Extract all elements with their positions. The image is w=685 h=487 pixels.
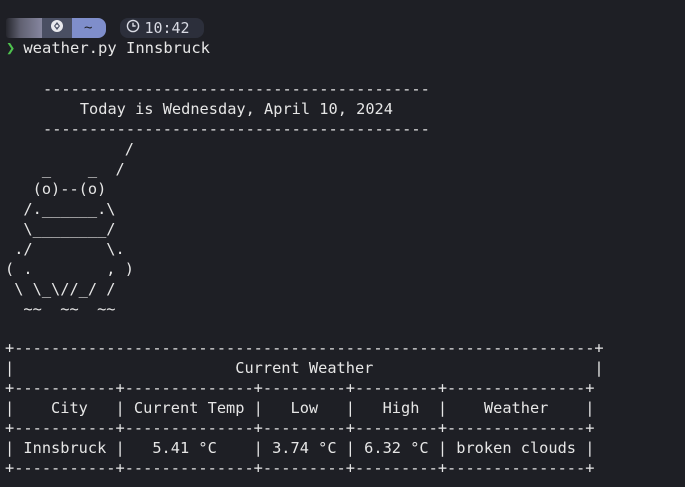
ascii-art-line: _ _ / xyxy=(5,160,125,178)
banner-rule-bottom: ----------------------------------------… xyxy=(43,120,430,138)
table-border-bottom: +-----------+--------------+---------+--… xyxy=(5,459,595,477)
ascii-art-line: (o)--(o) xyxy=(5,180,107,198)
table-border: +-----------+--------------+---------+--… xyxy=(5,419,595,437)
table-row: | Innsbruck | 5.41 °C | 3.74 °C | 6.32 °… xyxy=(5,439,595,457)
weather-table: +---------------------------------------… xyxy=(5,338,604,478)
command-text: weather.py Innsbruck xyxy=(23,39,210,57)
clock-icon xyxy=(126,19,144,37)
ascii-art-line: \ \_\//_/ / xyxy=(5,280,116,298)
weather-banner: ----------------------------------------… xyxy=(5,79,430,319)
ascii-art-line: ./ \. xyxy=(5,240,125,258)
os-segment xyxy=(42,18,72,38)
table-border: +-----------+--------------+---------+--… xyxy=(5,379,595,397)
table-border-top: +---------------------------------------… xyxy=(5,339,604,357)
ascii-art-line: / xyxy=(5,140,134,158)
ascii-art-line: /.______.\ xyxy=(5,200,116,218)
os-logo-icon xyxy=(50,19,64,37)
ascii-art-line: ( . , ) xyxy=(5,260,134,278)
directory-label: ~ xyxy=(84,20,93,36)
current-directory: ~ xyxy=(72,18,107,38)
shell-prompt-bar: ~ 10:42 xyxy=(6,18,204,38)
clock-time: 10:42 xyxy=(144,19,190,37)
prompt-chevron-icon: ❯ xyxy=(6,39,16,57)
command-line: ❯ weather.py Innsbruck xyxy=(6,38,210,58)
prompt-fade-segment xyxy=(6,18,42,38)
table-title-row: | Current Weather | xyxy=(5,359,604,377)
banner-date: Today is Wednesday, April 10, 2024 xyxy=(43,100,393,118)
ascii-art-line: \________/ xyxy=(5,220,116,238)
banner-rule-top: ----------------------------------------… xyxy=(43,80,430,98)
table-header-row: | City | Current Temp | Low | High | Wea… xyxy=(5,399,595,417)
ascii-art-line: ~~ ~~ ~~ xyxy=(5,300,116,318)
clock-segment: 10:42 xyxy=(120,18,204,38)
